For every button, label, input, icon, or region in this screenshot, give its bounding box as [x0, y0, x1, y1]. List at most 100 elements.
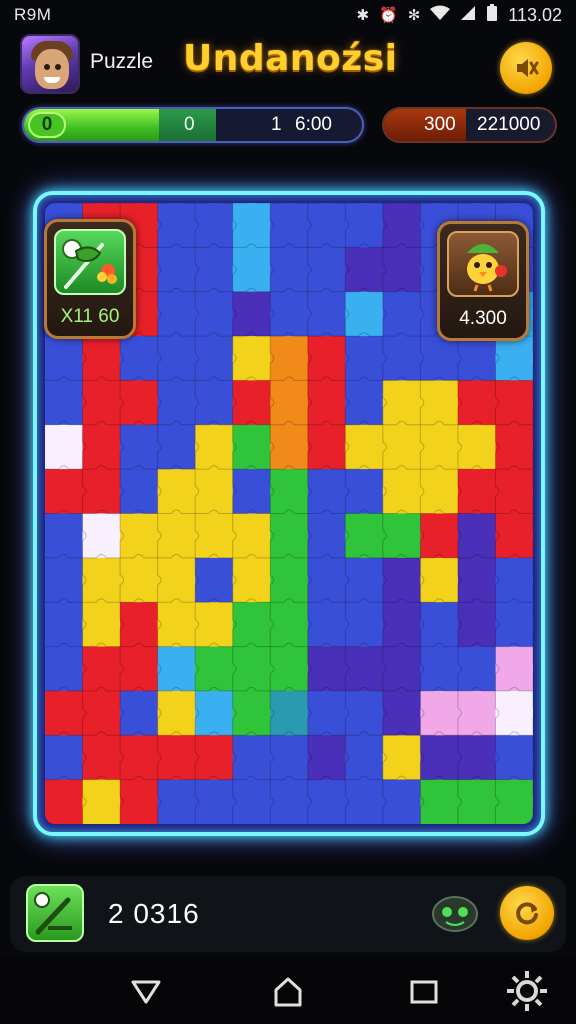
puzzle-piece[interactable] — [307, 602, 346, 648]
puzzle-piece[interactable] — [120, 424, 159, 470]
puzzle-piece[interactable] — [232, 779, 271, 824]
puzzle-piece[interactable] — [420, 602, 459, 648]
puzzle-piece[interactable] — [307, 513, 346, 559]
bonus-card-left[interactable]: X11 60 — [44, 219, 136, 339]
puzzle-piece[interactable] — [157, 646, 196, 692]
puzzle-piece[interactable] — [270, 291, 309, 337]
puzzle-piece[interactable] — [45, 735, 84, 781]
puzzle-piece[interactable] — [45, 380, 84, 426]
hint-button[interactable] — [26, 884, 84, 942]
puzzle-piece[interactable] — [195, 291, 234, 337]
bonus-card-right[interactable]: 4.300 — [437, 221, 529, 341]
puzzle-piece[interactable] — [270, 513, 309, 559]
puzzle-piece[interactable] — [232, 602, 271, 648]
puzzle-piece[interactable] — [457, 779, 496, 824]
puzzle-piece[interactable] — [232, 380, 271, 426]
puzzle-piece[interactable] — [120, 779, 159, 824]
puzzle-piece[interactable] — [457, 336, 496, 382]
puzzle-piece[interactable] — [457, 646, 496, 692]
puzzle-piece[interactable] — [45, 424, 84, 470]
puzzle-piece[interactable] — [495, 646, 534, 692]
puzzle-piece[interactable] — [82, 602, 121, 648]
puzzle-piece[interactable] — [420, 735, 459, 781]
puzzle-piece[interactable] — [270, 557, 309, 603]
puzzle-piece[interactable] — [120, 646, 159, 692]
puzzle-piece[interactable] — [345, 779, 384, 824]
puzzle-piece[interactable] — [195, 380, 234, 426]
puzzle-piece[interactable] — [232, 336, 271, 382]
puzzle-piece[interactable] — [420, 424, 459, 470]
puzzle-piece[interactable] — [307, 690, 346, 736]
puzzle-piece[interactable] — [270, 380, 309, 426]
puzzle-piece[interactable] — [270, 735, 309, 781]
puzzle-piece[interactable] — [495, 424, 534, 470]
puzzle-piece[interactable] — [270, 690, 309, 736]
puzzle-piece[interactable] — [270, 602, 309, 648]
puzzle-piece[interactable] — [345, 203, 384, 248]
puzzle-piece[interactable] — [495, 690, 534, 736]
puzzle-piece[interactable] — [82, 469, 121, 515]
puzzle-piece[interactable] — [457, 557, 496, 603]
puzzle-piece[interactable] — [382, 735, 421, 781]
puzzle-piece[interactable] — [195, 469, 234, 515]
puzzle-piece[interactable] — [307, 779, 346, 824]
puzzle-piece[interactable] — [495, 336, 534, 382]
puzzle-piece[interactable] — [45, 602, 84, 648]
puzzle-piece[interactable] — [457, 424, 496, 470]
puzzle-piece[interactable] — [195, 247, 234, 293]
puzzle-piece[interactable] — [157, 735, 196, 781]
puzzle-piece[interactable] — [495, 779, 534, 824]
puzzle-piece[interactable] — [120, 557, 159, 603]
puzzle-piece[interactable] — [382, 513, 421, 559]
puzzle-piece[interactable] — [120, 469, 159, 515]
puzzle-piece[interactable] — [270, 469, 309, 515]
puzzle-piece[interactable] — [82, 336, 121, 382]
puzzle-piece[interactable] — [157, 779, 196, 824]
puzzle-piece[interactable] — [420, 336, 459, 382]
puzzle-piece[interactable] — [382, 469, 421, 515]
puzzle-piece[interactable] — [307, 336, 346, 382]
puzzle-piece[interactable] — [195, 203, 234, 248]
puzzle-piece[interactable] — [82, 779, 121, 824]
puzzle-piece[interactable] — [420, 557, 459, 603]
puzzle-piece[interactable] — [307, 735, 346, 781]
puzzle-piece[interactable] — [195, 690, 234, 736]
puzzle-piece[interactable] — [382, 380, 421, 426]
puzzle-piece[interactable] — [307, 380, 346, 426]
puzzle-piece[interactable] — [82, 380, 121, 426]
puzzle-piece[interactable] — [307, 247, 346, 293]
puzzle-piece[interactable] — [195, 513, 234, 559]
puzzle-piece[interactable] — [157, 513, 196, 559]
puzzle-piece[interactable] — [457, 513, 496, 559]
puzzle-piece[interactable] — [457, 690, 496, 736]
puzzle-piece[interactable] — [157, 203, 196, 248]
nav-back-button[interactable] — [124, 970, 168, 1014]
puzzle-piece[interactable] — [345, 646, 384, 692]
puzzle-piece[interactable] — [45, 557, 84, 603]
puzzle-piece[interactable] — [45, 513, 84, 559]
puzzle-piece[interactable] — [120, 336, 159, 382]
puzzle-piece[interactable] — [82, 513, 121, 559]
puzzle-piece[interactable] — [495, 513, 534, 559]
refresh-button[interactable] — [500, 886, 554, 940]
puzzle-piece[interactable] — [195, 424, 234, 470]
puzzle-piece[interactable] — [495, 602, 534, 648]
puzzle-piece[interactable] — [382, 291, 421, 337]
puzzle-piece[interactable] — [382, 690, 421, 736]
puzzle-piece[interactable] — [420, 469, 459, 515]
puzzle-piece[interactable] — [382, 424, 421, 470]
puzzle-piece[interactable] — [382, 247, 421, 293]
puzzle-piece[interactable] — [157, 380, 196, 426]
puzzle-piece[interactable] — [157, 291, 196, 337]
puzzle-piece[interactable] — [232, 203, 271, 248]
puzzle-piece[interactable] — [382, 646, 421, 692]
puzzle-piece[interactable] — [195, 557, 234, 603]
puzzle-piece[interactable] — [232, 690, 271, 736]
puzzle-piece[interactable] — [157, 424, 196, 470]
puzzle-piece[interactable] — [82, 557, 121, 603]
puzzle-piece[interactable] — [232, 469, 271, 515]
puzzle-piece[interactable] — [195, 735, 234, 781]
puzzle-piece[interactable] — [307, 557, 346, 603]
puzzle-piece[interactable] — [420, 779, 459, 824]
puzzle-piece[interactable] — [345, 424, 384, 470]
